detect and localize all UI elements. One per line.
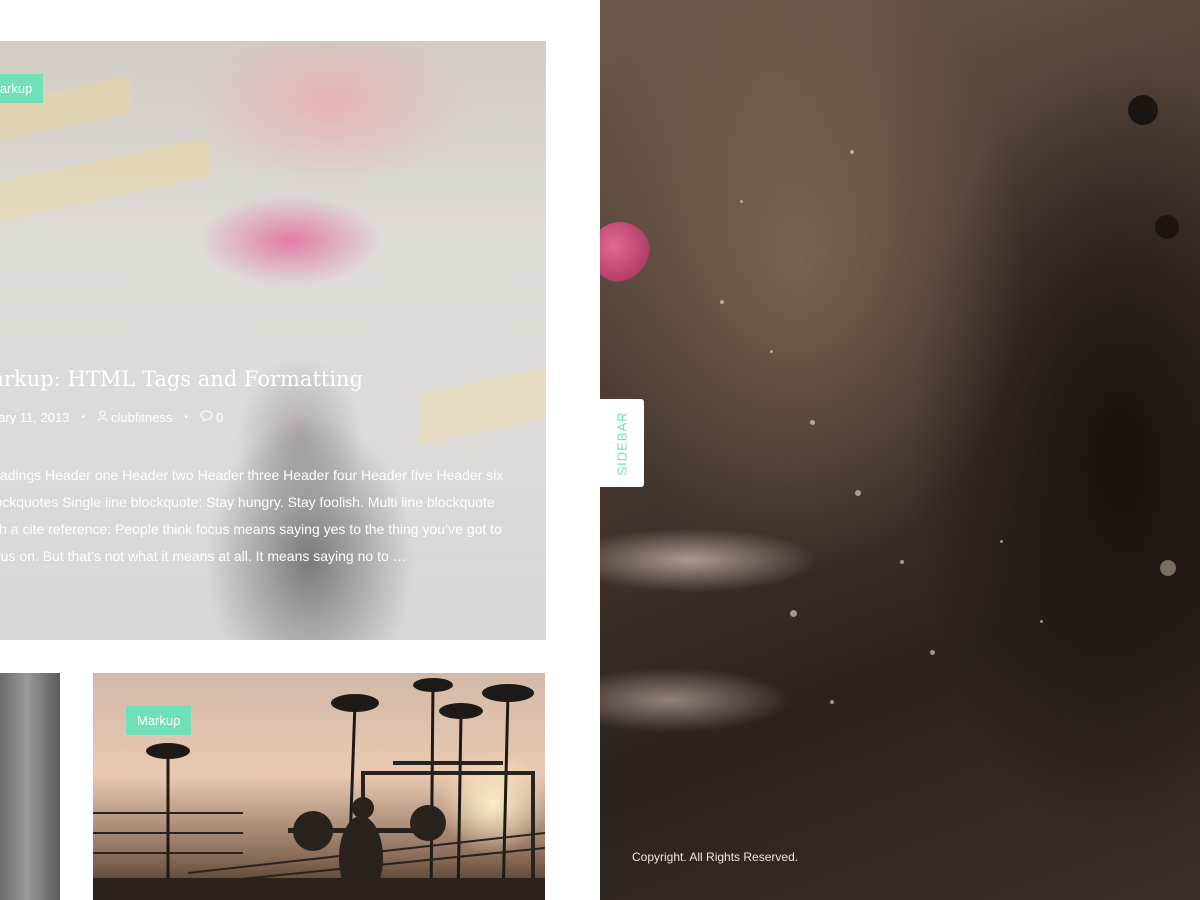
sweat-droplet [850, 150, 854, 154]
post-comment-count: 0 [215, 410, 224, 425]
sidebar-toggle-button[interactable]: SIDEBAR [600, 399, 644, 487]
post-date[interactable]: January 11, 2013 [0, 410, 70, 425]
sweat-droplet [1040, 620, 1043, 623]
sidebar-toggle-label: SIDEBAR [614, 410, 630, 476]
sweat-droplet [900, 560, 904, 564]
post-comments-link[interactable]: 0 [200, 410, 223, 425]
sweat-droplet [740, 200, 743, 203]
sweat-droplet [855, 490, 861, 496]
sweat-droplet [1155, 215, 1179, 239]
copyright-text: Copyright. All Rights Reserved. [632, 850, 799, 864]
meta-separator: • [81, 412, 86, 423]
featured-post-card[interactable]: Markup Markup: HTML Tags and Formatting … [0, 41, 546, 640]
category-tag[interactable]: Markup [0, 74, 44, 103]
sweat-droplet [1160, 560, 1176, 576]
post-card-secondary[interactable] [0, 673, 60, 900]
post-author-link[interactable]: clubfitness [97, 410, 172, 425]
post-author: clubfitness [111, 410, 173, 425]
posts-column: Markup Markup: HTML Tags and Formatting … [0, 0, 600, 900]
category-tag[interactable]: Markup [126, 706, 192, 735]
post-card-secondary[interactable]: Markup [93, 673, 545, 900]
sweat-droplet [720, 300, 724, 304]
sweat-droplet [930, 650, 935, 655]
sweat-droplet [770, 350, 773, 353]
sweat-droplet [830, 700, 834, 704]
sweat-droplet [790, 610, 797, 617]
meta-separator: • [184, 412, 188, 423]
post-meta: January 11, 2013 • clubfitness • 0 [0, 410, 223, 425]
fingernail-detail [600, 222, 650, 282]
comment-icon [200, 410, 213, 425]
sweat-droplet [810, 420, 815, 425]
sweat-droplet [1128, 95, 1158, 125]
sidebar-background-panel [600, 0, 1200, 900]
user-icon [97, 410, 108, 425]
post-title[interactable]: Markup: HTML Tags and Formatting [0, 367, 363, 391]
sweat-droplet [1000, 540, 1003, 543]
post-excerpt: Headings Header one Header two Header th… [0, 467, 504, 564]
